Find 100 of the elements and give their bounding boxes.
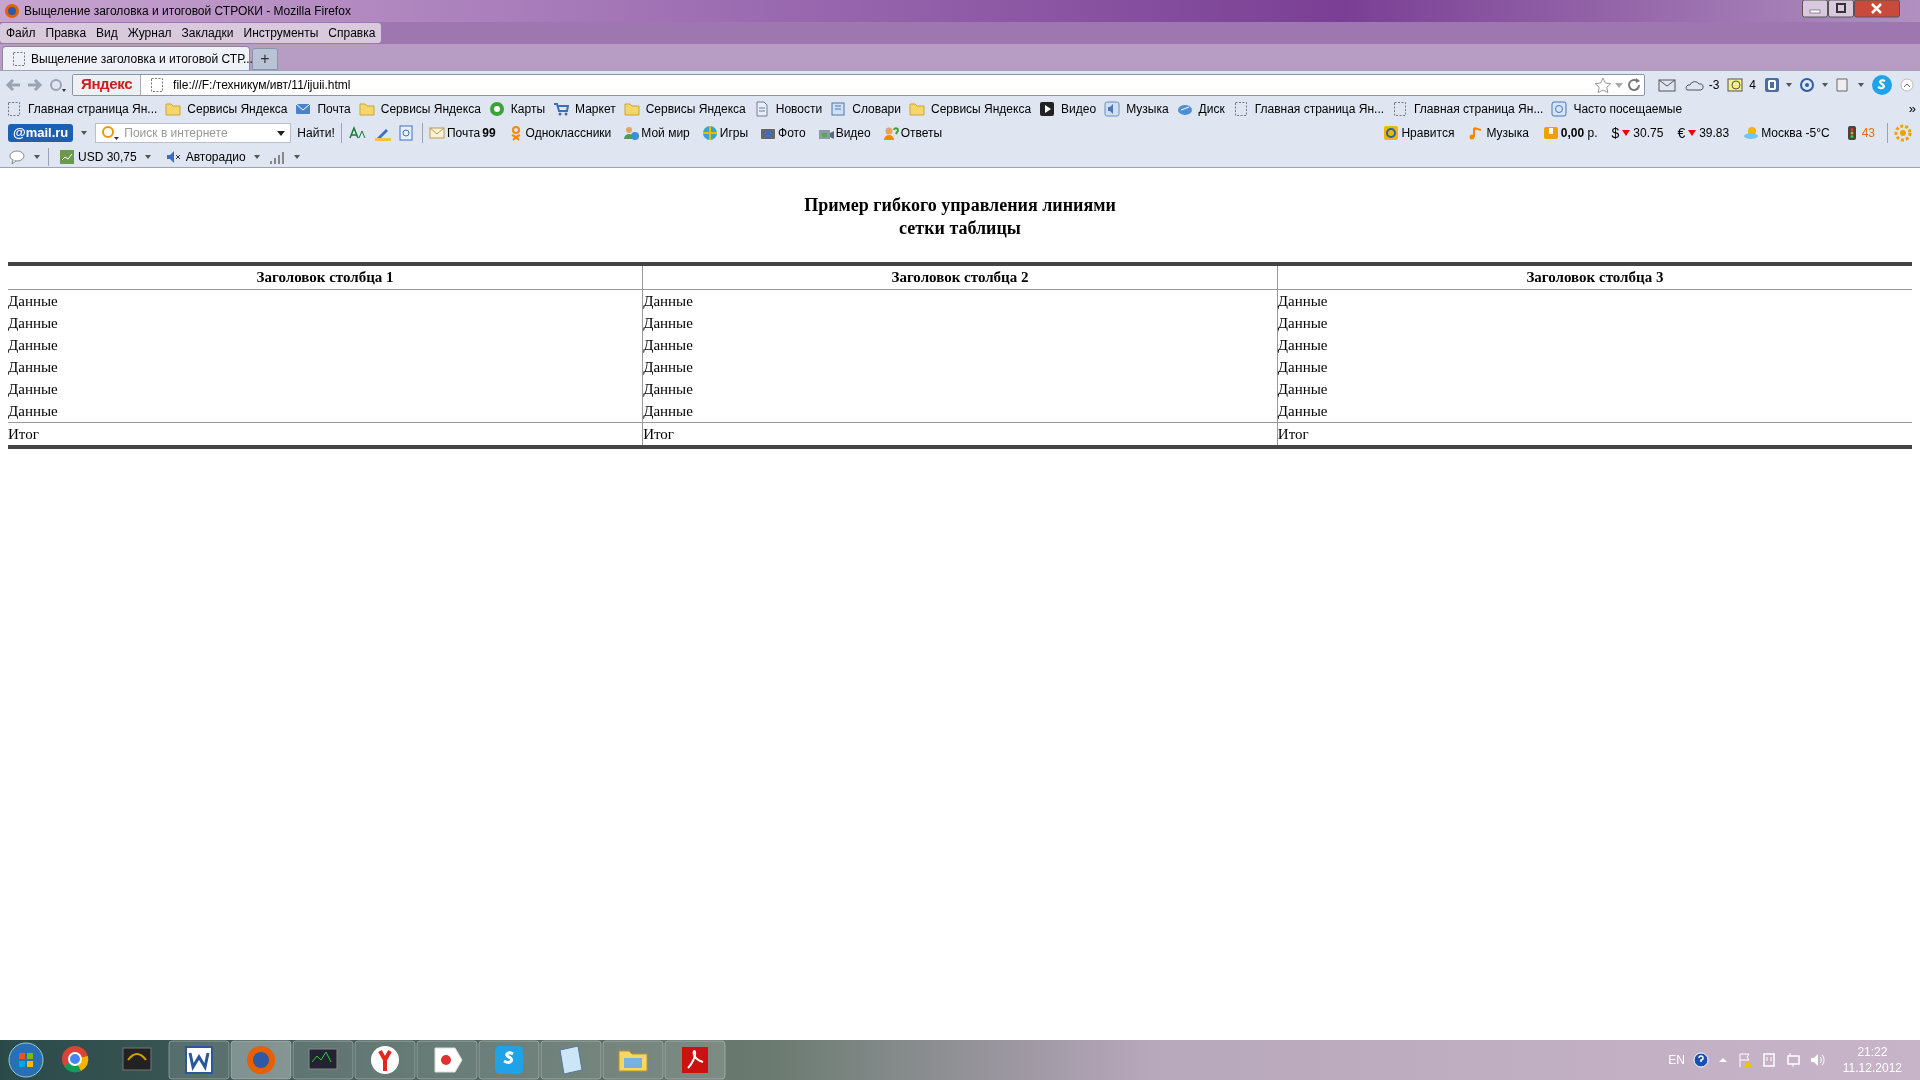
notepad-icon[interactable] — [540, 1040, 602, 1080]
address-field[interactable]: Яндекс file:///F:/техникум/ивт/11/ijuii.html — [72, 73, 1645, 96]
table-cell: Данные — [8, 311, 643, 334]
down-arrow-icon — [1687, 130, 1698, 136]
toolbar-link[interactable]: Мой мир — [623, 124, 690, 142]
window-title: Выщеление заголовка и итоговой СТРОКИ - Mozilla Firefox — [24, 3, 351, 20]
menu-item[interactable]: Вид — [96, 24, 118, 42]
bookmark-item[interactable]: Сервисы Яндекса — [358, 100, 481, 118]
bookmark-item[interactable]: Видео — [1039, 100, 1097, 118]
folder-icon — [165, 101, 182, 117]
column-header: Заголовок столбца 3 — [1277, 264, 1912, 289]
bookmark-item[interactable]: Маркет — [553, 100, 616, 118]
column-header: Заголовок столбца 2 — [642, 264, 1278, 289]
table-cell: Итог — [642, 422, 1278, 447]
table-cell: Данные — [642, 355, 1278, 378]
search-field[interactable]: Поиск в интернете — [124, 124, 273, 142]
folder-icon[interactable] — [602, 1040, 664, 1080]
close-icon[interactable] — [1854, 0, 1900, 18]
speech-bubble-icon[interactable] — [8, 148, 26, 165]
find-button[interactable]: Найти! — [297, 124, 335, 142]
currency-symbol: $ — [1611, 123, 1620, 143]
maximize-icon[interactable] — [1828, 0, 1854, 18]
menu-item[interactable]: Инструменты — [243, 24, 319, 42]
bookmark-item[interactable]: Новости — [753, 100, 823, 118]
menu-item[interactable]: Правка — [45, 24, 87, 42]
search-engine-logo[interactable]: Яндекс — [73, 74, 142, 95]
table-cell: Данные — [1277, 311, 1912, 334]
play-icon — [1039, 101, 1056, 117]
word-icon[interactable] — [168, 1040, 230, 1080]
chat-bubble-icon[interactable] — [478, 1040, 540, 1080]
folder-icon — [623, 101, 640, 117]
search-icon — [100, 125, 121, 141]
chat-bubble-icon[interactable] — [1870, 73, 1894, 96]
toolbar-link[interactable]: Ответы — [882, 124, 943, 142]
document-icon — [753, 101, 770, 117]
menu-item[interactable]: Справка — [328, 24, 376, 42]
search-box[interactable]: Поиск в интернете — [95, 123, 292, 143]
toolbar-link[interactable]: Игры — [701, 124, 749, 142]
radio-widget[interactable]: Авторадио — [164, 147, 246, 166]
toolbar-text: Москва -5°C — [1761, 125, 1830, 142]
page-icon — [6, 101, 22, 117]
font-size-icon[interactable] — [347, 125, 368, 141]
circle-logo-icon[interactable] — [354, 1040, 416, 1080]
speaker-icon — [1104, 101, 1121, 117]
social-square-icon[interactable] — [1764, 76, 1780, 93]
toolbar-link[interactable]: Фото — [760, 124, 806, 142]
toolbar-link[interactable]: Одноклассники — [507, 124, 612, 142]
table-cell: Итог — [1277, 422, 1912, 447]
toolbar-link[interactable]: Видео — [817, 124, 871, 142]
bookmark-item[interactable]: Словари — [830, 100, 901, 118]
bookmark-item[interactable]: Главная страница Ян... — [6, 100, 158, 118]
sun-cloud-icon — [1743, 125, 1760, 141]
bookmark-item[interactable]: Главная страница Ян... — [1392, 100, 1544, 118]
menu-item[interactable]: Файл — [6, 24, 36, 42]
table-cell: Данные — [642, 333, 1278, 356]
tag-logo-icon[interactable] — [416, 1040, 478, 1080]
page-icon — [11, 50, 27, 67]
book-icon — [830, 101, 847, 117]
new-tab-button[interactable]: + — [252, 48, 278, 70]
menu-item[interactable]: Закладки — [181, 24, 234, 42]
table-cell: Итог — [8, 422, 643, 447]
toolbar-text: 39.83 — [1699, 125, 1730, 142]
page-icon — [1232, 101, 1249, 117]
zoom-page-icon[interactable] — [397, 125, 416, 141]
bookmark-item[interactable]: Диск — [1176, 100, 1225, 118]
currency-widget[interactable]: USD 30,75 — [59, 147, 137, 166]
bookmark-item[interactable]: Сервисы Яндекса — [623, 100, 746, 118]
folder-icon — [909, 101, 925, 117]
browser-tab[interactable]: Выщеление заголовка и итоговой СТР... — [2, 46, 250, 70]
column-header: Заголовок столбца 1 — [8, 264, 643, 289]
toolbar-link[interactable]: Нравится — [1401, 124, 1455, 142]
minimize-icon[interactable] — [1802, 0, 1828, 18]
table-cell: Данные — [1277, 377, 1912, 400]
mail-ru-logo[interactable]: @mail.ru — [8, 124, 74, 142]
table-cell: Данные — [8, 355, 643, 378]
cart-icon — [553, 101, 570, 117]
down-arrow-icon — [1621, 130, 1632, 136]
firefox-icon — [4, 3, 20, 19]
currency-symbol: € — [1677, 123, 1686, 143]
page-heading: сетки таблицы — [899, 217, 1021, 240]
toolbar-link[interactable]: Музыка — [1486, 124, 1529, 142]
more-bookmarks-button[interactable]: » — [1908, 99, 1916, 119]
bookmark-star-icon[interactable] — [1593, 76, 1612, 93]
bookmark-item[interactable]: Сервисы Яндекса — [909, 100, 1032, 118]
envelope-icon — [295, 101, 312, 117]
help-icon[interactable] — [1692, 1052, 1709, 1068]
bookmark-item[interactable]: Почта — [295, 100, 351, 118]
bookmark-item[interactable]: Карты — [488, 100, 546, 118]
toolbar-text: 30.75 — [1633, 125, 1664, 142]
page-heading: Пример гибкого управления линиями — [804, 194, 1116, 217]
bookmark-item[interactable]: Музыка — [1104, 100, 1169, 118]
bookmark-item[interactable]: Главная страница Ян... — [1232, 100, 1385, 118]
menu-item[interactable]: Журнал — [127, 24, 172, 42]
bookmark-item[interactable]: Часто посещаемые — [1551, 100, 1683, 118]
pdf-icon[interactable] — [664, 1040, 726, 1080]
page-icon — [1392, 101, 1409, 117]
envelope-icon[interactable] — [1656, 76, 1677, 93]
system-monitor-icon[interactable] — [292, 1040, 354, 1080]
toolbar-link[interactable]: Почта 99 — [428, 124, 496, 142]
bookmark-item[interactable]: Сервисы Яндекса — [165, 100, 288, 118]
